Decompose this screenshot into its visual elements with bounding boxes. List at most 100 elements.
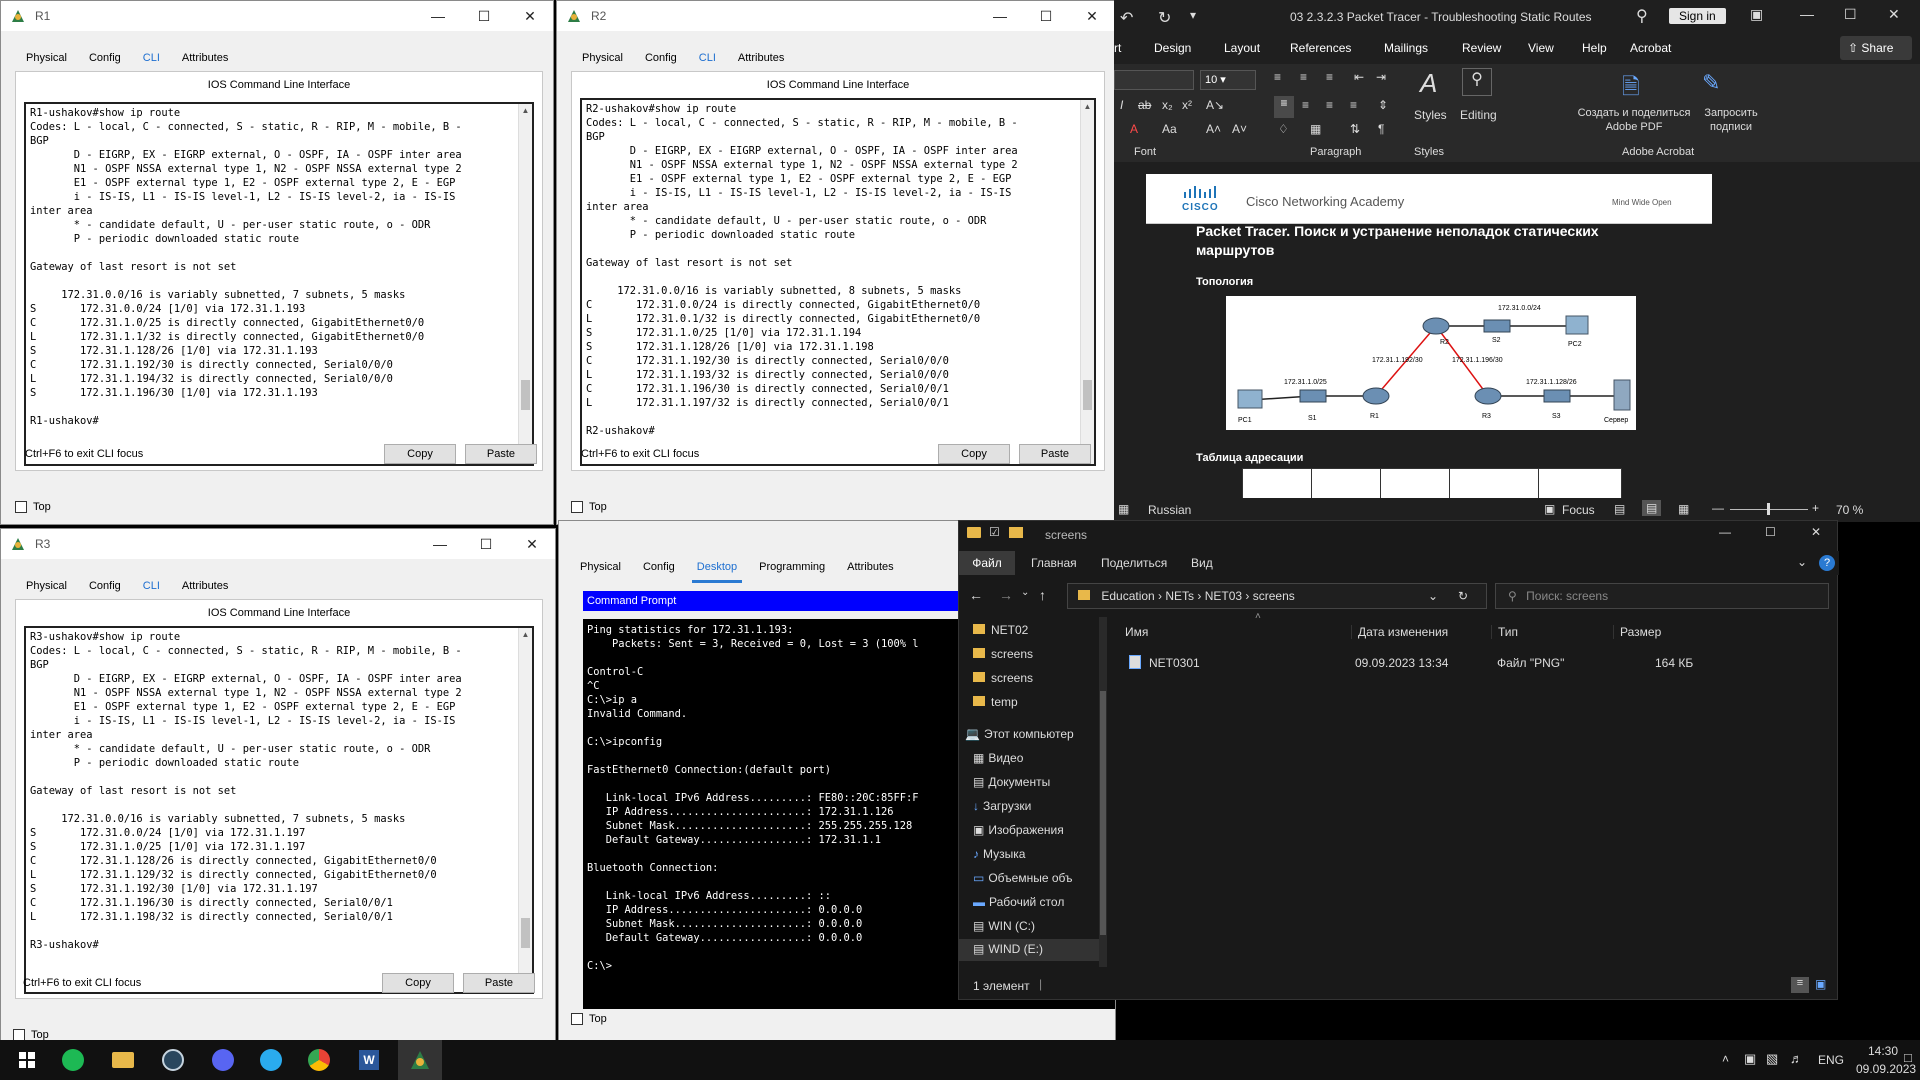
multilevel-list-icon[interactable]: ≡ [1326,70,1333,84]
volume-icon[interactable]: ♬ [1790,1051,1803,1066]
network-icon[interactable]: ▣ [1744,1051,1756,1067]
search-box[interactable]: ⚲ Поиск: screens [1495,583,1829,609]
tab-cli[interactable]: CLI [688,49,727,74]
nav-item-documents[interactable]: ▤ Документы [973,775,1050,789]
tab-physical[interactable]: Physical [569,558,632,580]
file-row[interactable]: NET0301 09.09.2023 13:34 Файл "PNG" 164 … [1115,653,1715,675]
adobe-pdf-icon[interactable]: 🗎 [1622,70,1640,108]
copy-button[interactable]: Copy [382,973,454,993]
close-icon[interactable]: ✕ [1888,6,1900,23]
zoom-in-icon[interactable]: + [1812,501,1819,515]
address-dropdown-icon[interactable]: ⌄ [1428,584,1438,608]
nav-item-videos[interactable]: ▦ Видео [973,751,1023,765]
numbering-icon[interactable]: ≡ [1300,70,1307,84]
nav-item-this-pc[interactable]: 💻 Этот компьютер [965,727,1074,741]
tab-cli[interactable]: CLI [132,577,171,602]
paste-button[interactable]: Paste [1019,444,1091,464]
forward-icon[interactable]: → [999,587,1013,603]
read-mode-icon[interactable]: ▤ [1614,502,1625,516]
packet-tracer-icon[interactable] [398,1040,442,1080]
column-header-name[interactable]: Имя [1125,625,1148,639]
editing-icon[interactable]: ⚲ [1462,68,1492,96]
large-icons-view-icon[interactable]: ▣ [1815,977,1826,991]
copy-button[interactable]: Copy [938,444,1010,464]
tab-programming[interactable]: Programming [748,558,836,580]
notifications-icon[interactable]: □ [1904,1050,1912,1065]
menu-mailings[interactable]: Mailings [1384,41,1428,55]
minimize-icon[interactable]: — [977,1,1023,31]
tab-config[interactable]: Config [632,558,686,580]
spotify-icon[interactable] [58,1046,88,1074]
borders-icon[interactable]: ▦ [1310,122,1321,136]
refresh-icon[interactable]: ↻ [1458,584,1468,608]
focus-icon[interactable]: ▣ [1544,502,1555,516]
align-center-icon[interactable]: ≡ [1302,98,1309,112]
column-header-type[interactable]: Тип [1491,625,1518,639]
bullets-icon[interactable]: ≡ [1274,70,1281,84]
close-icon[interactable]: ✕ [1811,525,1821,539]
breadcrumb-net03[interactable]: NET03 [1205,589,1242,603]
breadcrumb-education[interactable]: Education [1101,589,1154,603]
keyboard-language[interactable]: ENG [1818,1053,1844,1067]
zoom-level[interactable]: 70 % [1836,503,1863,517]
ribbon-tab-home[interactable]: Главная [1031,556,1077,570]
ribbon-tab-share[interactable]: Поделиться [1101,556,1167,570]
nav-item-music[interactable]: ♪ Музыка [973,847,1025,861]
clear-formatting-icon[interactable]: A↘ [1206,98,1224,112]
nav-scrollbar[interactable] [1099,617,1107,967]
minimize-icon[interactable]: — [1800,6,1814,22]
line-spacing-icon[interactable]: ⇕ [1378,98,1388,112]
maximize-icon[interactable]: ☐ [463,529,509,559]
maximize-icon[interactable]: ☐ [1023,1,1069,31]
nav-item-screens[interactable]: screens [973,647,1033,661]
expand-ribbon-icon[interactable]: ⌄ [1797,555,1807,569]
cli-terminal[interactable]: R1-ushakov#show ip route Codes: L - loca… [24,102,534,466]
breadcrumb-screens[interactable]: screens [1253,589,1295,603]
back-icon[interactable]: ← [969,587,983,603]
show-formatting-icon[interactable]: ¶ [1378,122,1384,136]
top-checkbox[interactable] [15,501,27,513]
breadcrumb-nets[interactable]: NETs [1165,589,1194,603]
nav-item-downloads[interactable]: ↓ Загрузки [973,799,1031,813]
zoom-out-icon[interactable]: — [1712,501,1724,515]
nav-item-drive-e[interactable]: ▤ WIND (E:) [959,939,1099,961]
create-adobe-pdf-button[interactable]: Создать и поделиться Adobe PDF [1569,106,1699,134]
discord-icon[interactable] [208,1046,238,1074]
column-header-date[interactable]: Дата изменения [1351,625,1448,639]
scroll-up-icon[interactable]: ▲ [519,104,532,118]
cli-terminal[interactable]: R3-ushakov#show ip route Codes: L - loca… [24,626,534,994]
r3-titlebar[interactable]: R3 — ☐ ✕ [1,529,555,559]
new-folder-icon[interactable] [1009,527,1023,538]
font-name-dropdown[interactable] [1114,70,1194,90]
italic-icon[interactable]: I [1120,98,1123,112]
ribbon-display-icon[interactable]: ▣ [1750,6,1763,23]
clock-time[interactable]: 14:30 [1868,1044,1898,1058]
cli-scrollbar[interactable]: ▲ ▼ [518,104,532,464]
tab-attributes[interactable]: Attributes [727,49,795,71]
font-size-dropdown[interactable]: 10 ▾ [1200,70,1256,90]
web-layout-icon[interactable]: ▦ [1678,502,1689,516]
steam-icon[interactable] [158,1046,188,1074]
nav-item-3d-objects[interactable]: ▭ Объемные объ [973,871,1072,885]
menu-layout[interactable]: Layout [1224,41,1260,55]
word-titlebar[interactable]: ↶ ↻ ▾ 03 2.3.2.3 Packet Tracer - Trouble… [1114,0,1920,34]
telegram-icon[interactable] [256,1046,286,1074]
redo-icon[interactable]: ↻ [1158,8,1171,28]
chrome-icon[interactable] [304,1046,334,1074]
focus-label[interactable]: Focus [1562,503,1595,517]
maximize-icon[interactable]: ☐ [1765,525,1776,539]
change-case-icon[interactable]: Aa [1162,122,1177,136]
tab-physical[interactable]: Physical [15,577,78,599]
up-icon[interactable]: ↑ [1039,587,1046,603]
shrink-font-icon[interactable]: A˅ [1232,122,1247,136]
cli-scrollbar[interactable]: ▲ ▼ [1080,100,1094,464]
close-icon[interactable]: ✕ [507,1,553,31]
battery-icon[interactable]: ▧ [1766,1051,1778,1067]
start-icon[interactable] [12,1046,42,1074]
ribbon-tab-file[interactable]: Файл [959,551,1015,575]
decrease-indent-icon[interactable]: ⇤ [1354,70,1364,84]
menu-help[interactable]: Help [1582,41,1607,55]
tab-physical[interactable]: Physical [15,49,78,71]
explorer-titlebar[interactable]: ☑ screens — ☐ ✕ [959,521,1839,549]
menu-references[interactable]: References [1290,41,1351,55]
